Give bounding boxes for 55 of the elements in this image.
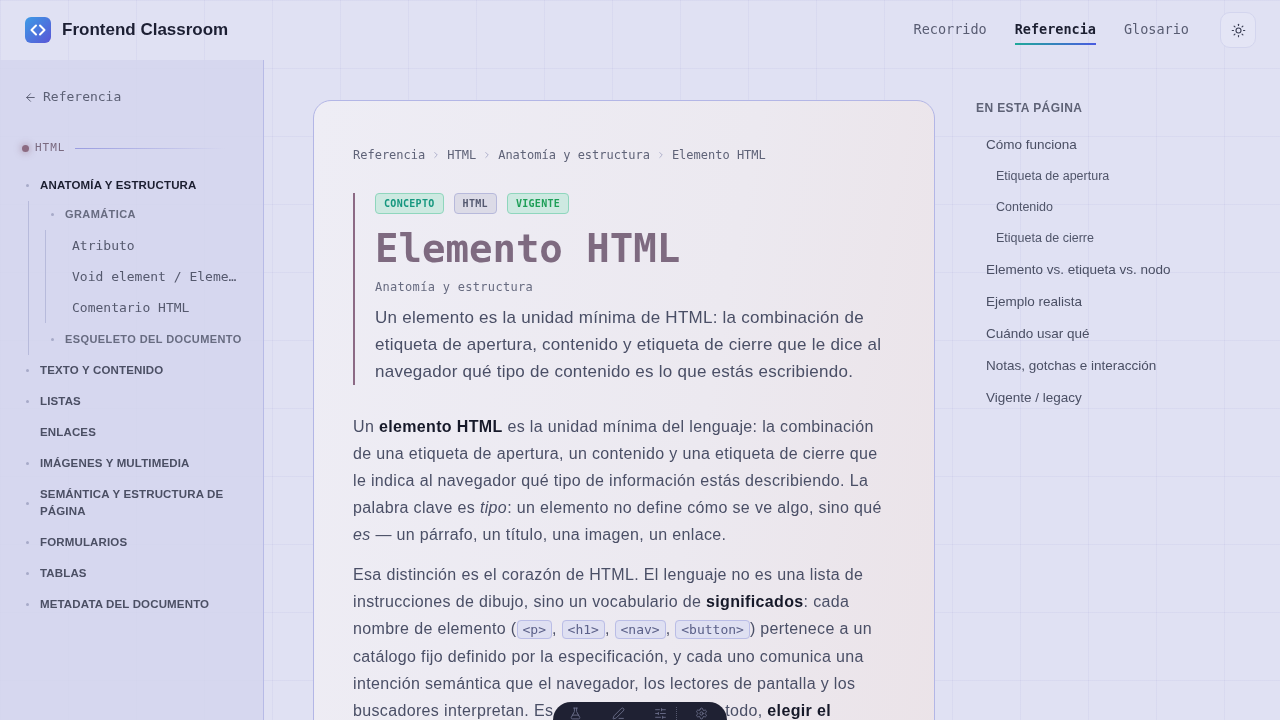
page-subtitle: Anatomía y estructura	[375, 279, 535, 295]
sidebar-link[interactable]: Comentario HTML	[46, 292, 263, 323]
code-logo-icon	[25, 17, 51, 43]
toc-heading: EN ESTA PÁGINA	[976, 100, 1084, 116]
body-text-line: todo, elegir el	[725, 701, 831, 720]
arrow-left-icon	[24, 90, 37, 104]
sidebar-link[interactable]: Void element / Eleme…	[46, 261, 263, 292]
sidebar-link[interactable]: TABLAS	[24, 558, 236, 589]
brand-name: Frontend Classroom	[62, 19, 229, 42]
tag-label: HTML	[453, 193, 497, 214]
theme-toggle-button[interactable]	[1220, 12, 1256, 48]
breadcrumb-link[interactable]: Anatomía y estructura	[498, 146, 650, 164]
sidebar-link[interactable]: ANATOMÍA Y ESTRUCTURA	[24, 170, 236, 201]
sidebar-link[interactable]: SEMÁNTICA Y ESTRUCTURA DE PÁGINA	[24, 479, 236, 527]
body-text-line: buscadores interpretan. Es	[353, 701, 554, 720]
breadcrumb-link[interactable]: Referencia	[353, 146, 426, 164]
settings-icon[interactable]	[695, 707, 708, 720]
sidebar-link[interactable]: GRAMÁTICA	[29, 201, 263, 228]
tag-label: VIGENTE	[506, 193, 570, 214]
toc-link[interactable]: Etiqueta de apertura	[976, 161, 1236, 192]
sidebar-link[interactable]: ESQUELETO DEL DOCUMENTO	[29, 326, 263, 353]
sidebar-link[interactable]: METADATA DEL DOCUMENTO	[24, 589, 236, 620]
toc-link[interactable]: Notas, gotchas e interacción	[976, 350, 1236, 382]
inline-code: <h1>	[561, 620, 605, 639]
toc-link[interactable]: Vigente / legacy	[976, 382, 1236, 414]
sidebar-link[interactable]: Atributo	[46, 230, 263, 261]
section-heading: HTML	[35, 139, 66, 156]
breadcrumb-link[interactable]: HTML	[447, 146, 477, 164]
sidebar-link[interactable]: IMÁGENES Y MULTIMEDIA	[24, 448, 236, 479]
breadcrumb-current: Elemento HTML	[671, 147, 766, 164]
toc-link[interactable]: Cuándo usar qué	[976, 318, 1236, 350]
pen-icon[interactable]	[612, 707, 625, 720]
toc-link[interactable]: Contenido	[976, 192, 1236, 223]
sidebar-link[interactable]: LISTAS	[24, 386, 236, 417]
page-title: Elemento HTML	[375, 227, 682, 271]
sidebar-link[interactable]: TEXTO Y CONTENIDO	[24, 355, 236, 386]
body-paragraph: Un elemento HTML es la unidad mínima del lenguaje: la combinación de una etiqueta de apertura, un contenido y una etiqueta de cierre que le indica al navegador qué tipo de información estás describiendo. La palabra clave es tipo: un elemento no define cómo se ve algo, sino qué es — un párrafo, un título, una imagen, un enlace.	[353, 417, 883, 545]
inline-code: <button>	[675, 620, 750, 639]
sun-icon	[1230, 22, 1246, 38]
sliders-icon[interactable]	[654, 707, 667, 720]
nav-tab[interactable]: Recorrido	[913, 15, 987, 45]
toc-link[interactable]: Etiqueta de cierre	[976, 223, 1236, 254]
nav-tab[interactable]: Glosario	[1123, 15, 1189, 45]
toc-link[interactable]: Ejemplo realista	[976, 286, 1236, 318]
tag-label: CONCEPTO	[375, 193, 444, 214]
nav-tab[interactable]: Referencia	[1014, 15, 1096, 45]
back-link[interactable]: Referencia	[24, 87, 263, 107]
inline-code: <nav>	[614, 620, 666, 639]
toc-link[interactable]: Cómo funciona	[976, 129, 1236, 161]
inline-code: <p>	[516, 620, 552, 639]
sidebar-link[interactable]: FORMULARIOS	[24, 527, 236, 558]
flask-icon[interactable]	[569, 707, 582, 720]
sidebar-link[interactable]: ENLACES	[24, 417, 236, 448]
lead-paragraph: Un elemento es la unidad mínima de HTML: la combinación de etiqueta de apertura, contenido y etiqueta de cierre que le dice al navegador qué tipo de contenido es lo que estás escribiendo.	[375, 307, 883, 383]
toc-link[interactable]: Elemento vs. etiqueta vs. nodo	[976, 254, 1236, 286]
